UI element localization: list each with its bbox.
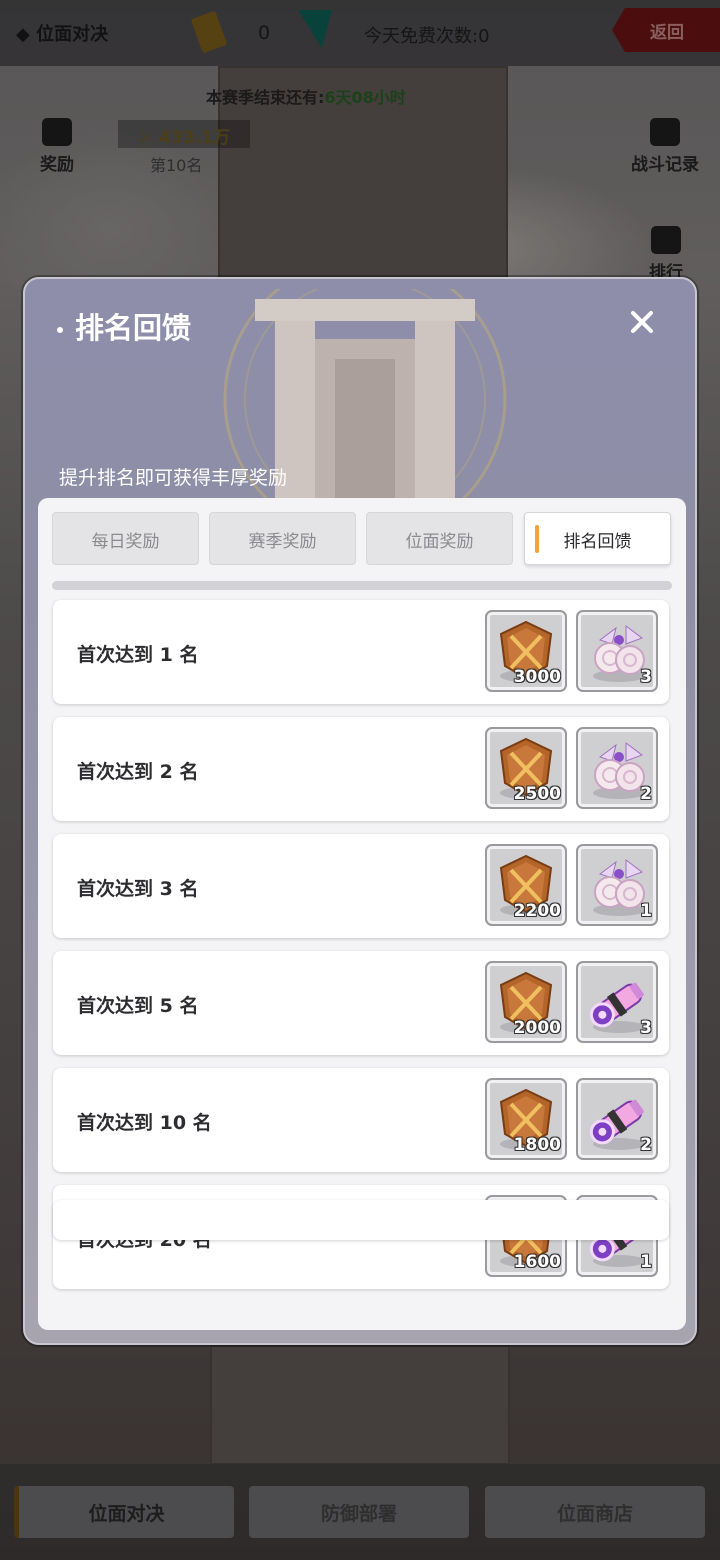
list-item: 首次达到 2 名 2500 2 — [53, 717, 669, 821]
tab-label: 排名回馈 — [563, 532, 632, 552]
reward-quantity: 3000 — [513, 667, 561, 687]
rank-milestone-label: 首次达到 3 名 — [77, 878, 199, 900]
active-tab-indicator — [535, 525, 539, 553]
tab-season-reward[interactable]: 赛季奖励 — [209, 512, 356, 565]
modal-title-text: 排名回馈 — [75, 311, 192, 345]
reward-slot[interactable]: 2 — [576, 727, 658, 809]
tab-label: 赛季奖励 — [248, 532, 317, 552]
tab-label: 位面奖励 — [405, 532, 474, 552]
close-icon[interactable] — [627, 307, 657, 337]
reward-slot[interactable]: 2500 — [485, 727, 567, 809]
reward-slot[interactable]: 1800 — [485, 1078, 567, 1160]
reward-slot[interactable]: 3000 — [485, 610, 567, 692]
reward-quantity: 3 — [640, 667, 652, 687]
tab-label: 每日奖励 — [91, 532, 160, 552]
reward-slot[interactable]: 2000 — [485, 961, 567, 1043]
list-item: 首次达到 1 名 3000 3 — [53, 600, 669, 704]
reward-panel: 每日奖励 赛季奖励 位面奖励 排名回馈 首次达到 1 名 3000 3 首次达到 2 … — [38, 498, 686, 1330]
reward-quantity: 2500 — [513, 784, 561, 804]
horizontal-scrollbar[interactable] — [52, 581, 672, 590]
reward-tabs: 每日奖励 赛季奖励 位面奖励 排名回馈 — [52, 512, 672, 566]
reward-quantity: 1600 — [513, 1252, 561, 1272]
list-item: 首次达到 3 名 2200 1 — [53, 834, 669, 938]
modal-subtitle: 提升排名即可获得丰厚奖励 — [59, 467, 288, 489]
reward-slot[interactable]: 3 — [576, 961, 658, 1043]
ranking-reward-modal: 排名回馈 提升排名即可获得丰厚奖励 每日奖励 赛季奖励 位面奖励 排名回馈 首次… — [23, 277, 697, 1345]
reward-quantity: 2000 — [513, 1018, 561, 1038]
reward-quantity: 2200 — [513, 901, 561, 921]
list-item: 首次达到 10 名 1800 2 — [53, 1068, 669, 1172]
modal-title: 排名回馈 — [57, 305, 191, 347]
reward-quantity: 2 — [640, 1135, 652, 1155]
reward-quantity: 2 — [640, 784, 652, 804]
tab-ranking-reward[interactable]: 排名回馈 — [524, 512, 671, 565]
reward-quantity: 1 — [640, 901, 652, 921]
reward-quantity: 1800 — [513, 1135, 561, 1155]
rank-milestone-label: 首次达到 1 名 — [77, 644, 199, 666]
list-item: 首次达到 5 名 2000 3 — [53, 951, 669, 1055]
rank-milestone-label: 首次达到 5 名 — [77, 995, 199, 1017]
list-item-partial — [53, 1200, 669, 1240]
reward-slot[interactable]: 1 — [576, 844, 658, 926]
tab-plane-reward[interactable]: 位面奖励 — [366, 512, 513, 565]
rank-milestone-label: 首次达到 10 名 — [77, 1112, 212, 1134]
tab-daily-reward[interactable]: 每日奖励 — [52, 512, 199, 565]
rank-milestone-label: 首次达到 2 名 — [77, 761, 199, 783]
reward-quantity: 3 — [640, 1018, 652, 1038]
reward-slot[interactable]: 2200 — [485, 844, 567, 926]
reward-quantity: 1 — [640, 1252, 652, 1272]
reward-slot[interactable]: 3 — [576, 610, 658, 692]
reward-slot[interactable]: 2 — [576, 1078, 658, 1160]
